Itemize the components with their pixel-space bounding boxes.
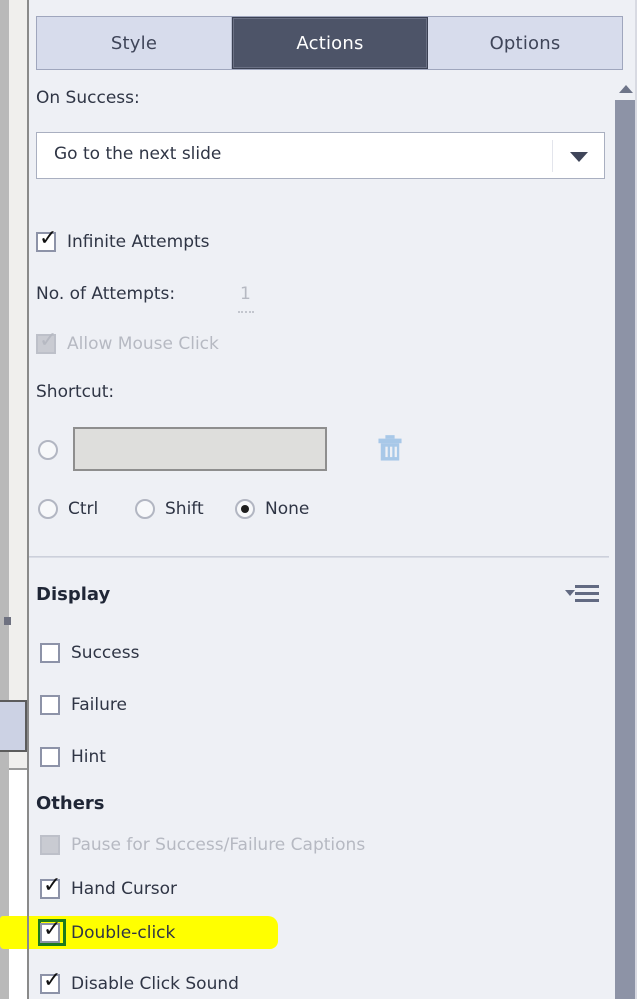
allow-mouse-click-checkbox: ✓ Allow Mouse Click <box>36 330 219 356</box>
others-checkbox-hand-cursor-label: Hand Cursor <box>71 879 178 899</box>
checkbox-box: ✓ <box>36 228 57 252</box>
on-success-dropdown[interactable]: Go to the next slide <box>36 132 605 179</box>
on-success-value: Go to the next slide <box>54 144 222 164</box>
shortcut-modifier-none-label: None <box>265 499 310 519</box>
check-mark-icon: ✓ <box>39 328 58 353</box>
checkbox-box <box>40 747 60 767</box>
display-checkbox-success[interactable]: Success <box>40 641 139 665</box>
actions-panel: Style Actions Options On Success: Go to … <box>29 0 637 999</box>
checkbox-box: ✓ <box>36 330 57 354</box>
scrollbar-thumb[interactable] <box>615 100 635 999</box>
infinite-attempts-checkbox[interactable]: ✓ Infinite Attempts <box>36 228 210 254</box>
panel-left-divider-overlay <box>27 0 29 999</box>
window-left-strip <box>0 0 9 999</box>
shortcut-modifier-none[interactable]: None <box>235 496 309 522</box>
chevron-down-icon <box>565 590 575 596</box>
check-mark-icon: ✓ <box>43 873 62 898</box>
display-checkbox-hint-label: Hint <box>71 747 106 767</box>
hamburger-bar <box>575 585 599 588</box>
check-mark-icon: ✓ <box>39 226 58 251</box>
shortcut-modifier-shift-label: Shift <box>165 499 204 519</box>
scroll-up-arrow-icon[interactable] <box>619 85 633 93</box>
infinite-attempts-label: Infinite Attempts <box>67 232 210 252</box>
radio-circle <box>235 499 255 519</box>
radio-dot <box>241 505 249 513</box>
display-checkbox-success-label: Success <box>71 643 140 663</box>
check-mark-icon: ✓ <box>43 968 62 993</box>
tab-options[interactable]: Options <box>428 17 622 69</box>
radio-circle <box>38 440 58 460</box>
others-checkbox-disable-click-sound[interactable]: ✓ Disable Click Sound <box>40 970 239 996</box>
no-of-attempts-value[interactable]: 1 <box>240 284 251 304</box>
no-of-attempts-underline <box>238 309 254 313</box>
display-section-header: Display <box>36 584 111 605</box>
combo-separator <box>552 140 553 172</box>
checkbox-box: ✓ <box>40 919 61 943</box>
others-section-header: Others <box>36 793 105 814</box>
display-checkbox-failure-label: Failure <box>71 695 127 715</box>
trash-icon[interactable] <box>376 434 404 464</box>
radio-circle <box>38 499 58 519</box>
gutter-marker-icon <box>4 617 11 625</box>
shortcut-label: Shortcut: <box>36 382 115 402</box>
shortcut-input[interactable] <box>73 427 327 471</box>
tab-actions[interactable]: Actions <box>232 17 428 69</box>
allow-mouse-click-label: Allow Mouse Click <box>67 334 219 354</box>
others-checkbox-double-click-label: Double-click <box>71 923 176 943</box>
hamburger-bar <box>575 599 599 602</box>
others-checkbox-pause-captions-label: Pause for Success/Failure Captions <box>71 835 366 855</box>
shortcut-modifier-ctrl-label: Ctrl <box>68 499 99 519</box>
checkbox-box: ✓ <box>40 875 61 899</box>
check-mark-icon: ✓ <box>43 917 62 942</box>
tab-style[interactable]: Style <box>37 17 232 69</box>
no-of-attempts-label: No. of Attempts: <box>36 284 176 304</box>
checkbox-box <box>40 643 60 663</box>
gutter-collapse-tab[interactable] <box>0 700 27 752</box>
display-checkbox-hint[interactable]: Hint <box>40 745 106 769</box>
gutter-divider <box>9 768 28 770</box>
hamburger-menu-icon[interactable] <box>565 584 599 608</box>
left-gutter-lower <box>9 770 28 999</box>
checkbox-box: ✓ <box>40 970 61 994</box>
checkbox-box <box>40 695 60 715</box>
others-checkbox-disable-click-sound-label: Disable Click Sound <box>71 974 239 994</box>
checkbox-box <box>40 835 60 855</box>
radio-circle <box>135 499 155 519</box>
display-checkbox-failure[interactable]: Failure <box>40 693 127 717</box>
section-divider <box>29 556 609 558</box>
on-success-label: On Success: <box>36 88 140 108</box>
panel-tabbar: Style Actions Options <box>36 16 623 70</box>
others-checkbox-hand-cursor[interactable]: ✓ Hand Cursor <box>40 875 178 901</box>
others-checkbox-pause-captions: Pause for Success/Failure Captions <box>40 833 365 857</box>
others-checkbox-double-click[interactable]: ✓ Double-click <box>40 919 176 945</box>
shortcut-modifier-shift[interactable]: Shift <box>135 496 204 522</box>
properties-panel-screen: Style Actions Options On Success: Go to … <box>0 0 637 999</box>
chevron-down-icon <box>570 152 588 162</box>
hamburger-bar <box>575 592 599 595</box>
shortcut-custom-radio[interactable] <box>38 437 58 463</box>
shortcut-modifier-ctrl[interactable]: Ctrl <box>38 496 98 522</box>
